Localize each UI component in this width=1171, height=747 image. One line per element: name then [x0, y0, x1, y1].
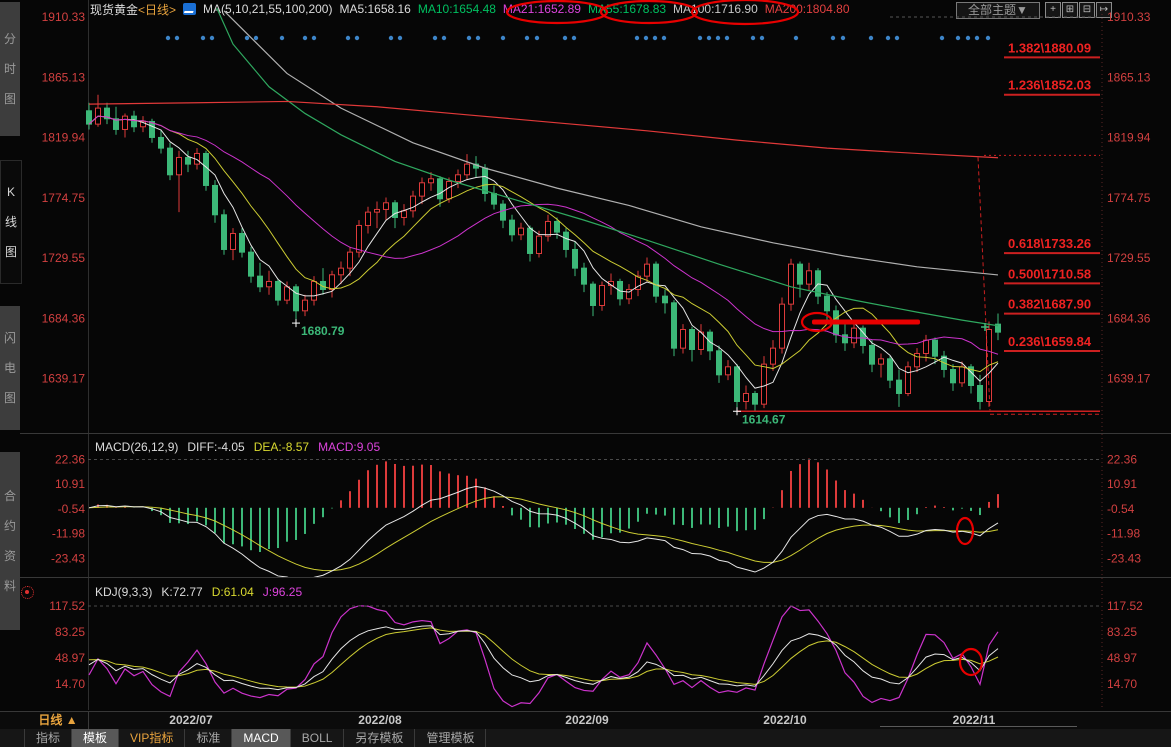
tab-manage-templates[interactable]: 管理模板	[415, 729, 486, 747]
svg-text:14.70: 14.70	[55, 677, 85, 691]
svg-text:1.236\1852.03: 1.236\1852.03	[1008, 78, 1091, 93]
chart-canvas: 1910.33 1910.33 1865.13 1865.13 1819.94 1819.…	[0, 0, 1171, 747]
svg-text:14.70: 14.70	[1107, 677, 1137, 691]
panel-divider-kdj	[20, 577, 1171, 578]
svg-text:10.91: 10.91	[55, 477, 85, 491]
svg-text:-11.98: -11.98	[1107, 527, 1140, 541]
sidebar-item-kline-chart[interactable]: K线图	[0, 160, 22, 284]
sidebar-item-time-chart[interactable]: 分时图	[0, 2, 20, 136]
tab-indicators[interactable]: 指标	[24, 729, 72, 747]
diff-value: DIFF:-4.05	[187, 440, 244, 454]
tab-boll[interactable]: BOLL	[291, 729, 345, 747]
svg-text:1729.55: 1729.55	[1107, 251, 1151, 265]
zoom-window-icon[interactable]: ⊞	[1062, 2, 1078, 18]
kdj-header: KDJ(9,3,3) K:72.77 D:61.04 J:96.25	[95, 585, 302, 599]
svg-text:1.382\1880.09: 1.382\1880.09	[1008, 40, 1091, 55]
time-axis-row: 日线 ▲	[0, 711, 1171, 730]
tab-vip-indicators[interactable]: VIP指标	[119, 729, 185, 747]
sidebar-item-lightning-chart[interactable]: 闪电图	[0, 306, 20, 430]
restore-view-icon[interactable]: ⊟	[1079, 2, 1095, 18]
tab-templates[interactable]: 模板	[72, 729, 119, 747]
svg-text:-11.98: -11.98	[52, 527, 85, 541]
bottom-tab-bar: 指标 模板 VIP指标 标准 MACD BOLL 另存模板 管理模板	[0, 729, 1171, 747]
d-value: D:61.04	[212, 585, 254, 599]
chart-header: 现货黄金 <日线> MA(5,10,21,55,100,200) MA5:165…	[90, 1, 850, 17]
svg-text:1865.13: 1865.13	[42, 70, 86, 84]
panel-divider-macd	[20, 433, 1171, 434]
period-selector[interactable]: 日线 ▲	[28, 712, 89, 729]
dea-value: DEA:-8.57	[254, 440, 309, 454]
svg-text:22.36: 22.36	[1107, 452, 1137, 466]
svg-text:-0.54: -0.54	[1107, 502, 1135, 516]
ma-group-label: MA(5,10,21,55,100,200)	[203, 2, 332, 16]
ma100-value: MA100:1716.90	[673, 2, 758, 16]
ma200-value: MA200:1804.80	[765, 2, 850, 16]
svg-text:10.91: 10.91	[1107, 477, 1137, 491]
pan-icon[interactable]: +	[1045, 2, 1061, 18]
svg-text:83.25: 83.25	[1107, 625, 1137, 639]
svg-text:1684.36: 1684.36	[42, 311, 86, 325]
svg-text:48.97: 48.97	[55, 651, 85, 665]
svg-text:1639.17: 1639.17	[1107, 372, 1151, 386]
svg-text:117.52: 117.52	[49, 599, 85, 613]
svg-text:1684.36: 1684.36	[1107, 311, 1151, 325]
sidebar-item-contract-info[interactable]: 合约资料	[0, 452, 20, 630]
indicator-logo-icon	[183, 3, 196, 15]
svg-text:1680.79: 1680.79	[301, 324, 345, 338]
svg-text:83.25: 83.25	[55, 625, 85, 639]
svg-text:1639.17: 1639.17	[42, 372, 86, 386]
svg-text:0.618\1733.26: 0.618\1733.26	[1008, 236, 1091, 251]
j-value: J:96.25	[263, 585, 302, 599]
indicator-marker-icon	[21, 586, 34, 599]
svg-text:1819.94: 1819.94	[42, 131, 86, 145]
macd-header: MACD(26,12,9) DIFF:-4.05 DEA:-8.57 MACD:…	[95, 440, 380, 454]
macd-title: MACD(26,12,9)	[95, 440, 178, 454]
axis-divider	[88, 0, 89, 710]
trading-app: 分时图 K线图 闪电图 合约资料 现货黄金 <日线> MA(5,10,21,55…	[0, 0, 1171, 747]
svg-text:1774.75: 1774.75	[1107, 191, 1151, 205]
svg-text:0.236\1659.84: 0.236\1659.84	[1008, 334, 1092, 349]
svg-text:-23.43: -23.43	[51, 551, 85, 565]
svg-text:0.382\1687.90: 0.382\1687.90	[1008, 297, 1091, 312]
svg-text:22.36: 22.36	[55, 452, 85, 466]
svg-text:117.52: 117.52	[1107, 599, 1143, 613]
ma55-value: MA55:1678.83	[588, 2, 666, 16]
svg-text:1614.67: 1614.67	[742, 412, 786, 426]
svg-text:0.500\1710.58: 0.500\1710.58	[1008, 266, 1091, 281]
sidebar-item-label: K线图	[4, 177, 18, 267]
tab-save-template[interactable]: 另存模板	[344, 729, 415, 747]
macd-value: MACD:9.05	[318, 440, 380, 454]
sidebar-item-label: 闪电图	[3, 323, 17, 413]
ma21-value: MA21:1652.89	[503, 2, 581, 16]
svg-text:1819.94: 1819.94	[1107, 131, 1151, 145]
kdj-title: KDJ(9,3,3)	[95, 585, 152, 599]
sidebar-item-label: 分时图	[3, 24, 17, 114]
ma5-value: MA5:1658.16	[339, 2, 410, 16]
svg-text:1865.13: 1865.13	[1107, 70, 1151, 84]
svg-text:1729.55: 1729.55	[42, 251, 86, 265]
exit-icon[interactable]: ↦	[1096, 2, 1112, 18]
svg-text:1910.33: 1910.33	[1107, 10, 1151, 24]
sidebar-item-label: 合约资料	[3, 481, 17, 601]
svg-text:48.97: 48.97	[1107, 651, 1137, 665]
ma10-value: MA10:1654.48	[418, 2, 496, 16]
tab-standard[interactable]: 标准	[185, 729, 232, 747]
all-themes-button[interactable]: 全部主题▼	[956, 2, 1040, 19]
k-value: K:72.77	[161, 585, 202, 599]
period-tag: <日线>	[138, 1, 176, 18]
svg-text:1910.33: 1910.33	[42, 10, 86, 24]
svg-text:-23.43: -23.43	[1107, 551, 1141, 565]
tab-macd[interactable]: MACD	[232, 729, 290, 747]
symbol-name: 现货黄金	[90, 1, 138, 18]
svg-text:1774.75: 1774.75	[42, 191, 86, 205]
svg-text:-0.54: -0.54	[58, 502, 86, 516]
